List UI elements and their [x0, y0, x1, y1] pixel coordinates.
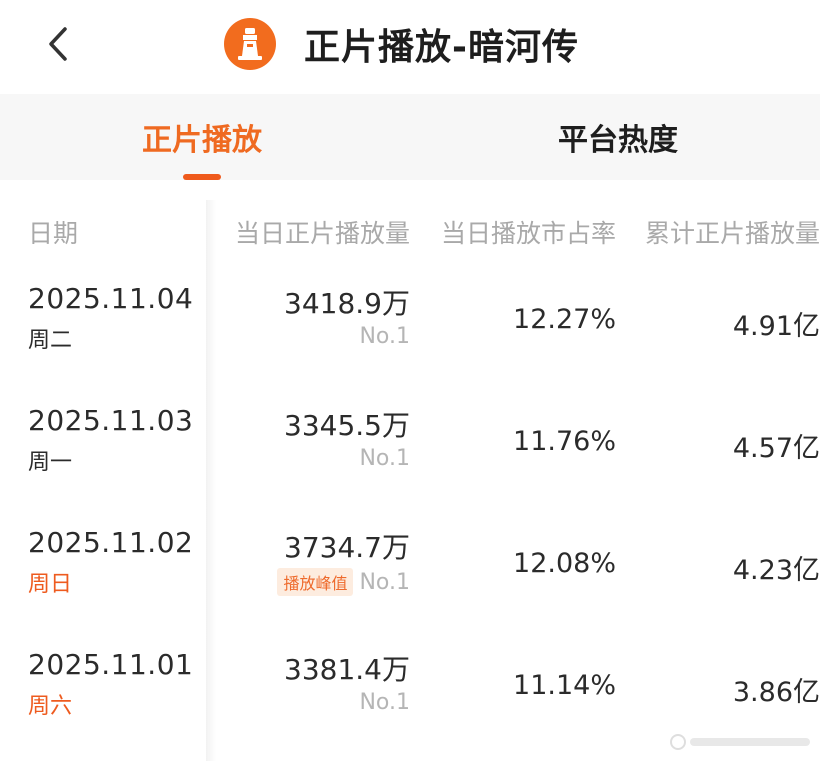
column-header-daily-plays: 当日正片播放量	[234, 219, 410, 248]
row-daily-plays: 3418.9万	[284, 287, 410, 320]
column-header-market-share: 当日播放市占率	[440, 219, 616, 248]
rank-line: No.1	[224, 324, 410, 349]
row-daily-plays: 3381.4万	[284, 653, 410, 686]
column-header-date: 日期	[28, 219, 79, 248]
row-weekday: 周二	[28, 328, 73, 353]
row-market-share: 12.08%	[513, 548, 616, 579]
row-market-share: 11.76%	[513, 426, 616, 457]
row-total-plays: 3.86亿	[732, 677, 820, 708]
back-button[interactable]	[38, 22, 78, 66]
active-tab-indicator	[183, 174, 221, 180]
row-date: 2025.11.04	[28, 282, 194, 315]
row-total-plays: 4.91亿	[732, 311, 820, 342]
table-row: 2025.11.02 周日 3734.7万 播放峰值 No.1 12.08% 4…	[0, 526, 820, 648]
row-rank: No.1	[359, 690, 410, 715]
row-date: 2025.11.02	[28, 526, 194, 559]
row-weekday: 周六	[28, 694, 73, 719]
row-date: 2025.11.03	[28, 404, 194, 437]
column-header-total-plays: 累计正片播放量	[644, 219, 820, 248]
page-title: 正片播放-暗河传	[304, 27, 579, 68]
app-header: 正片播放-暗河传	[0, 0, 820, 90]
chevron-left-icon	[49, 27, 67, 61]
row-rank: No.1	[359, 324, 410, 349]
tab-bar: 正片播放 平台热度	[0, 94, 820, 180]
row-market-share: 12.27%	[513, 304, 616, 335]
lighthouse-icon	[224, 18, 276, 70]
rank-line: No.1	[224, 446, 410, 471]
title-wrap: 正片播放-暗河传	[224, 18, 579, 70]
row-market-share: 11.14%	[513, 670, 616, 701]
table-row: 2025.11.04 周二 3418.9万 No.1 12.27% 4.91亿	[0, 282, 820, 404]
row-daily-plays: 3734.7万	[284, 531, 410, 564]
row-weekday: 周日	[28, 572, 73, 597]
row-daily-plays: 3345.5万	[284, 409, 410, 442]
tab-platform-heat[interactable]: 平台热度	[512, 94, 724, 180]
row-total-plays: 4.57亿	[732, 433, 820, 464]
row-rank: No.1	[359, 446, 410, 471]
peak-badge: 播放峰值	[277, 568, 354, 596]
table-row: 2025.11.03 周一 3345.5万 No.1 11.76% 4.57亿	[0, 404, 820, 526]
row-rank: No.1	[359, 569, 410, 595]
watermark	[668, 732, 814, 752]
row-date: 2025.11.01	[28, 648, 194, 681]
rank-line: No.1	[224, 690, 410, 715]
row-total-plays: 4.23亿	[732, 555, 820, 586]
tab-content-playback[interactable]: 正片播放	[96, 94, 308, 180]
rank-line: 播放峰值 No.1	[224, 568, 410, 596]
row-weekday: 周一	[28, 450, 73, 475]
